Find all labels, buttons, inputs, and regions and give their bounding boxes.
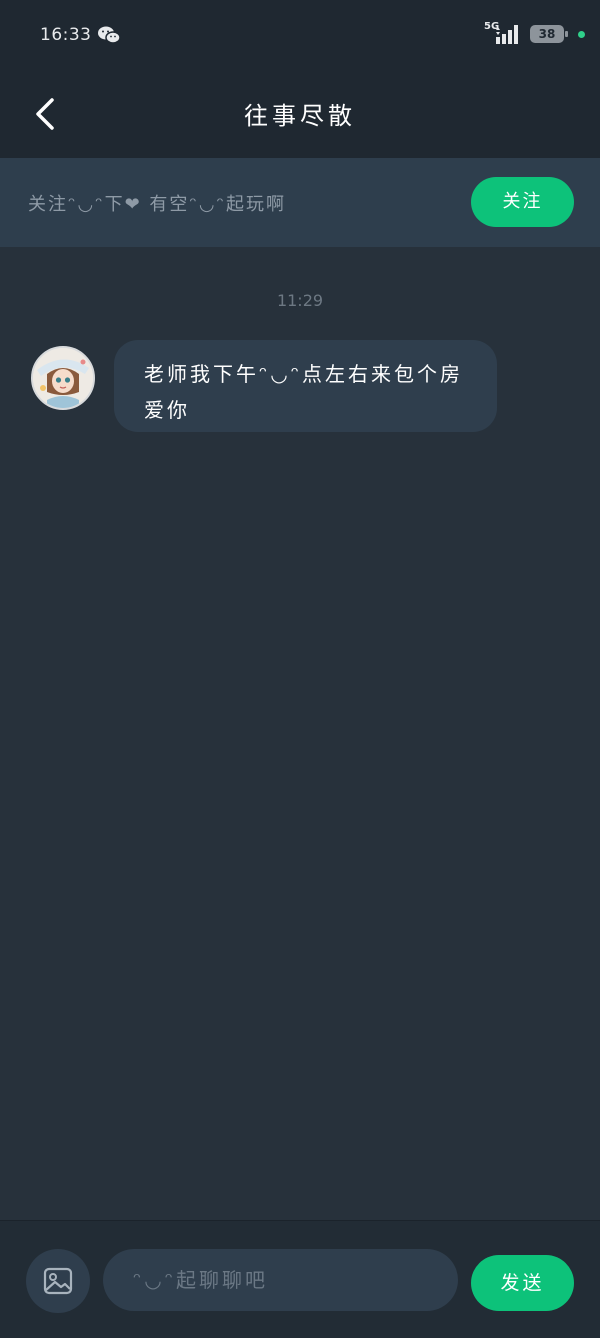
avatar-illustration <box>33 348 93 408</box>
page-title: 往事尽散 <box>244 102 356 130</box>
status-time: 16:33 <box>40 25 92 45</box>
user-avatar[interactable] <box>31 346 95 410</box>
message-bubble[interactable]: 老师我下午ᵔ◡ᵔ点左右来包个房爱你 <box>114 340 497 432</box>
image-picker-button[interactable] <box>26 1249 90 1313</box>
battery-level: 38 <box>538 27 556 41</box>
status-bar: 16:33 5G 38 <box>0 0 600 70</box>
battery-tip <box>565 31 568 37</box>
send-button[interactable]: 发送 <box>471 1255 574 1311</box>
signal-icon <box>496 25 518 44</box>
wechat-icon <box>98 26 121 44</box>
message-text: 老师我下午ᵔ◡ᵔ点左右来包个房爱你 <box>144 362 463 422</box>
follow-banner-text: 关注ᵔ◡ᵔ下❤ 有空ᵔ◡ᵔ起玩啊 <box>28 194 286 215</box>
follow-button[interactable]: 关注 <box>471 177 574 227</box>
privacy-indicator-dot <box>578 31 585 38</box>
message-input[interactable] <box>103 1249 458 1311</box>
image-icon <box>43 1267 73 1295</box>
input-bar: 发送 <box>0 1220 600 1338</box>
message-timestamp: 11:29 <box>276 291 324 310</box>
battery-icon: 38 <box>530 25 564 43</box>
follow-banner: 关注ᵔ◡ᵔ下❤ 有空ᵔ◡ᵔ起玩啊 关注 <box>0 158 600 247</box>
chat-header: 往事尽散 <box>0 70 600 158</box>
